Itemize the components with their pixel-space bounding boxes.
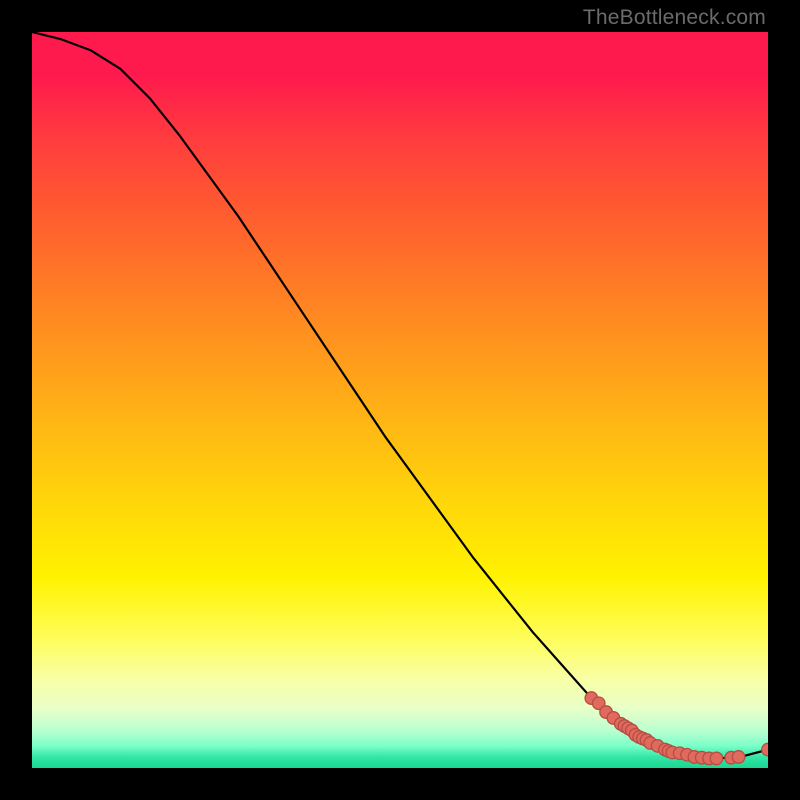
curve-layer (32, 32, 768, 758)
bottleneck-curve (32, 32, 768, 758)
watermark-text: TheBottleneck.com (583, 6, 766, 30)
data-marker (710, 752, 723, 765)
chart-svg (32, 32, 768, 768)
marker-layer (585, 692, 768, 765)
data-marker (732, 751, 745, 764)
data-marker (762, 743, 768, 756)
plot-area (32, 32, 768, 768)
chart-stage: TheBottleneck.com (0, 0, 800, 800)
